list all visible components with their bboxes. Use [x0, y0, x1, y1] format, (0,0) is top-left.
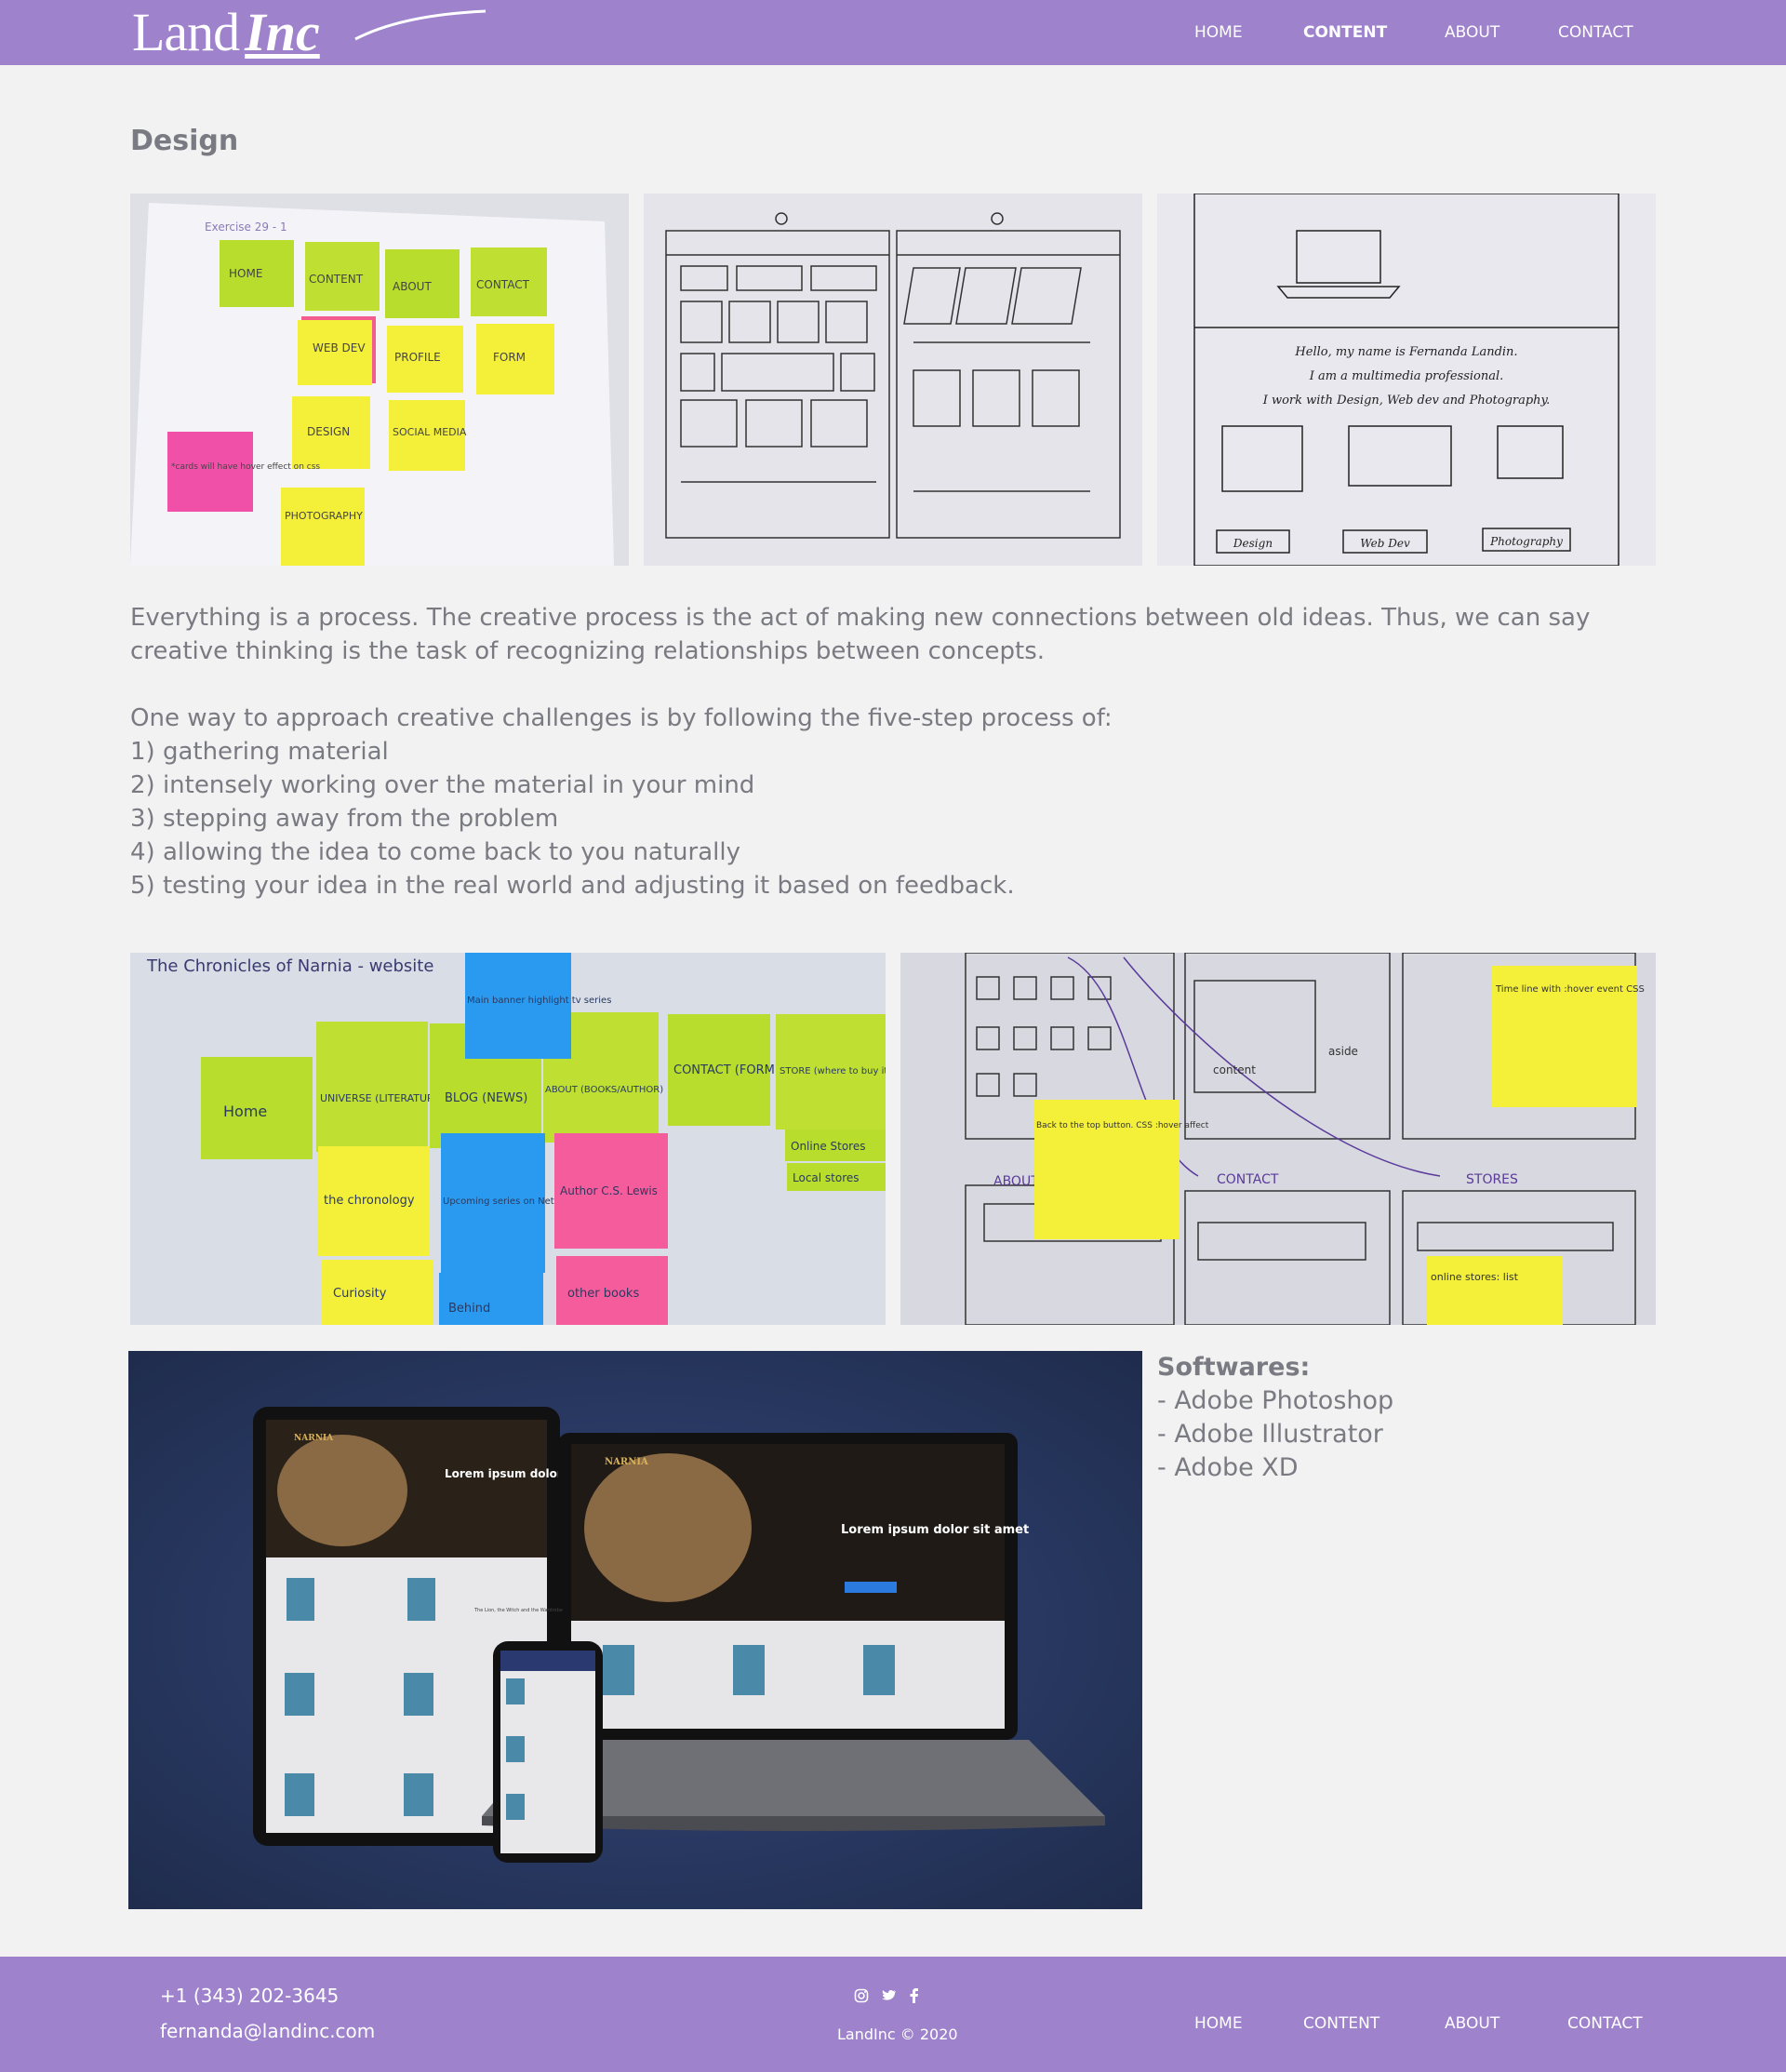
photo-narnia-wireframe: CONTACT STORES ABOUT content aside Time …	[900, 953, 1656, 1325]
facebook-icon[interactable]	[910, 1988, 919, 2003]
nav-home[interactable]: HOME	[1194, 23, 1243, 42]
softwares-title: Softwares:	[1157, 1353, 1311, 1382]
software-xd: - Adobe XD	[1157, 1453, 1299, 1482]
nav-about[interactable]: ABOUT	[1445, 23, 1499, 42]
sketch-line-3: I work with Design, Web dev and Photogra…	[1262, 394, 1551, 408]
logo-inc: Inc	[245, 1, 320, 62]
wire-label-stores: STORES	[1466, 1172, 1518, 1187]
narnia-note-store: STORE (where to buy it?)	[780, 1066, 886, 1076]
photo-device-mockup: Lorem ipsum dolor sit amet NARNIA Lorem …	[128, 1351, 1142, 1909]
narnia-note-universe: UNIVERSE (LITERATURE)	[320, 1092, 445, 1104]
process-step-4: 4) allowing the idea to come back to you…	[130, 838, 740, 866]
software-illustrator: - Adobe Illustrator	[1157, 1420, 1383, 1449]
laptop-brand: NARNIA	[605, 1457, 648, 1467]
sketch-line-1: Hello, my name is Fernanda Landin.	[1294, 345, 1517, 359]
process-intro: One way to approach creative challenges …	[130, 704, 1113, 732]
sketch-btn-webdev: Web Dev	[1360, 537, 1410, 550]
nav-contact[interactable]: CONTACT	[1558, 23, 1633, 42]
social-links	[854, 1988, 919, 2003]
wire-label-contact: CONTACT	[1217, 1172, 1279, 1187]
narnia-heading: The Chronicles of Narnia - website	[146, 956, 433, 976]
mockup-book-1: The Lion, the Witch and the Wardrobe	[473, 1608, 563, 1613]
laptop-headline: Lorem ipsum dolor sit amet	[841, 1523, 1029, 1537]
twitter-icon[interactable]	[882, 1989, 897, 2002]
narnia-note-contact: CONTACT (FORM)	[673, 1063, 780, 1077]
wire-label-aside: aside	[1328, 1045, 1358, 1058]
process-list: One way to approach creative challenges …	[130, 702, 1674, 902]
sticky-profile: PROFILE	[394, 351, 441, 364]
logo-swoosh-icon	[354, 9, 486, 41]
site-footer: +1 (343) 202-3645 fernanda@landinc.com L…	[0, 1957, 1786, 2072]
process-step-2: 2) intensely working over the material i…	[130, 771, 755, 799]
sticky-home: HOME	[229, 267, 262, 280]
softwares-list: Softwares: - Adobe Photoshop - Adobe Ill…	[1157, 1351, 1393, 1485]
sketch-btn-photography: Photography	[1489, 535, 1563, 548]
software-photoshop: - Adobe Photoshop	[1157, 1386, 1394, 1415]
narnia-note-behind: Behind	[448, 1302, 490, 1316]
tablet-brand: NARNIA	[294, 1434, 334, 1443]
narnia-note-home: Home	[223, 1103, 267, 1120]
sticky-photography: PHOTOGRAPHY	[285, 510, 363, 522]
narnia-note-about: ABOUT (BOOKS/AUTHOR)	[545, 1085, 663, 1095]
sticky-social: SOCIAL MEDIA	[393, 426, 467, 438]
photo-narnia-sitemap: The Chronicles of Narnia - website Home …	[130, 953, 886, 1325]
narnia-note-banner: Main banner highlight tv series	[467, 996, 611, 1006]
intro-paragraph: Everything is a process. The creative pr…	[130, 601, 1674, 668]
site-header: Land Inc HOME CONTENT ABOUT CONTACT	[0, 0, 1786, 65]
narnia-note-online-stores: Online Stores	[791, 1140, 866, 1153]
footer-nav-home[interactable]: HOME	[1194, 2014, 1243, 2033]
sketch-btn-design: Design	[1233, 537, 1273, 550]
sticky-form: FORM	[493, 351, 526, 364]
nav-content[interactable]: CONTENT	[1303, 23, 1387, 42]
footer-copyright: LandInc © 2020	[837, 2025, 958, 2043]
narnia-note-other-books: other books	[567, 1287, 639, 1301]
sticky-about: ABOUT	[393, 280, 432, 293]
narnia-note-netflix: Upcoming series on Netflix	[443, 1196, 568, 1207]
process-step-5: 5) testing your idea in the real world a…	[130, 872, 1015, 900]
instagram-icon[interactable]	[854, 1988, 869, 2003]
wire-label-content: content	[1213, 1063, 1256, 1076]
narnia-note-chronology: the chronology	[324, 1194, 415, 1208]
sticky-contact: CONTACT	[476, 278, 530, 291]
sticky-webdev: WEB DEV	[313, 341, 366, 354]
wire-note-back-to-top: Back to the top button. CSS :hover affec…	[1036, 1121, 1209, 1130]
photo-sitemap-sticky-notes: Exercise 29 - 1 HOME CONTENT ABOUT CONTA…	[130, 194, 629, 566]
photo-wireframe-sketch	[644, 194, 1142, 566]
footer-email[interactable]: fernanda@landinc.com	[160, 2020, 375, 2042]
sticky-pink-note: *cards will have hover effect on css	[171, 462, 320, 472]
process-step-3: 3) stepping away from the problem	[130, 805, 559, 833]
footer-nav-about[interactable]: ABOUT	[1445, 2014, 1499, 2033]
narnia-note-blog: BLOG (NEWS)	[445, 1091, 527, 1105]
site-logo[interactable]: Land Inc	[132, 1, 486, 62]
narnia-note-curiosity: Curiosity	[333, 1287, 387, 1301]
wire-note-online-stores: online stores: list	[1431, 1271, 1519, 1283]
footer-nav-contact[interactable]: CONTACT	[1567, 2014, 1643, 2033]
wire-note-timeline: Time line with :hover event CSS	[1495, 984, 1645, 995]
sketch-line-2: I am a multimedia professional.	[1309, 369, 1504, 383]
sticky-exercise-label: Exercise 29 - 1	[205, 221, 287, 234]
narnia-note-author: Author C.S. Lewis	[560, 1184, 658, 1197]
logo-land: Land	[132, 1, 240, 62]
sticky-content: CONTENT	[309, 273, 364, 286]
narnia-note-local-stores: Local stores	[793, 1171, 860, 1184]
photo-homepage-sketch: Hello, my name is Fernanda Landin. I am …	[1157, 194, 1656, 566]
page-title: Design	[130, 125, 239, 157]
footer-nav-content[interactable]: CONTENT	[1303, 2014, 1379, 2033]
sticky-design: DESIGN	[307, 425, 350, 438]
wire-label-about: ABOUT	[993, 1174, 1039, 1189]
process-step-1: 1) gathering material	[130, 738, 389, 766]
intro-text: Everything is a process. The creative pr…	[130, 604, 1591, 665]
footer-phone[interactable]: +1 (343) 202-3645	[160, 1985, 339, 2007]
